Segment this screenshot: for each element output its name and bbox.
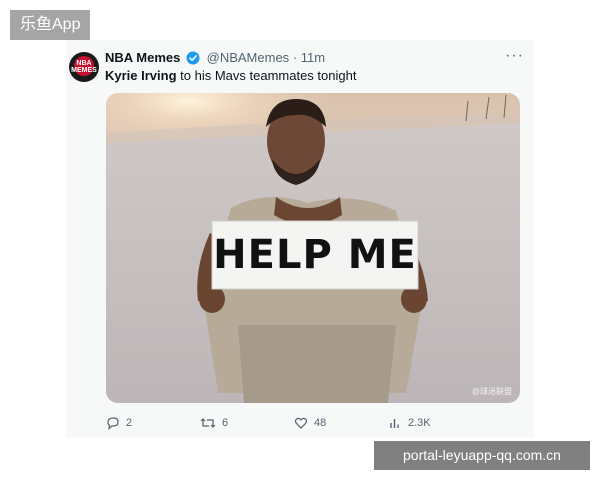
avatar-text-top: NBA xyxy=(76,60,92,67)
heart-icon xyxy=(294,417,308,429)
repost-count: 6 xyxy=(222,417,229,429)
tweet-header: NBA Memes @NBAMemes · 11m ··· xyxy=(105,48,524,67)
views-button[interactable]: 2.3K xyxy=(388,414,431,432)
separator-dot: · xyxy=(292,50,298,65)
tweet-text-bold: Kyrie Irving xyxy=(105,68,177,83)
tweet-image[interactable]: HELP ME @球迷联盟 xyxy=(106,93,520,403)
like-button[interactable]: 48 xyxy=(294,414,326,432)
author-handle[interactable]: @NBAMemes xyxy=(207,50,290,65)
views-count: 2.3K xyxy=(408,417,431,429)
avatar-text-bottom: MEMES xyxy=(71,67,97,74)
url-watermark: portal-leyuapp-qq.com.cn xyxy=(374,441,590,470)
tweet-text: Kyrie Irving to his Mavs teammates tonig… xyxy=(105,67,356,85)
views-chart-icon xyxy=(390,419,399,428)
repost-icon xyxy=(200,418,216,428)
tweet-actions: 2 6 48 2.3K xyxy=(106,414,526,432)
repost-button[interactable]: 6 xyxy=(200,414,228,432)
like-count: 48 xyxy=(314,417,327,429)
tweet-text-rest: to his Mavs teammates tonight xyxy=(176,68,357,83)
more-options-icon[interactable]: ··· xyxy=(505,48,524,64)
app-watermark-label: 乐鱼App xyxy=(10,10,91,40)
timestamp[interactable]: 11m xyxy=(301,50,325,65)
reply-icon xyxy=(107,417,119,430)
tweet-card[interactable]: NBA MEMES NBA Memes @NBAMemes · 11m ··· … xyxy=(66,40,534,438)
avatar[interactable]: NBA MEMES xyxy=(69,52,99,82)
reply-count: 2 xyxy=(126,417,133,429)
avatar-logo-text: NBA MEMES xyxy=(69,60,99,74)
author-name[interactable]: NBA Memes xyxy=(105,50,180,65)
sign-text: HELP ME xyxy=(213,232,417,278)
reply-button[interactable]: 2 xyxy=(106,414,132,432)
image-watermark: @球迷联盟 xyxy=(471,387,512,396)
